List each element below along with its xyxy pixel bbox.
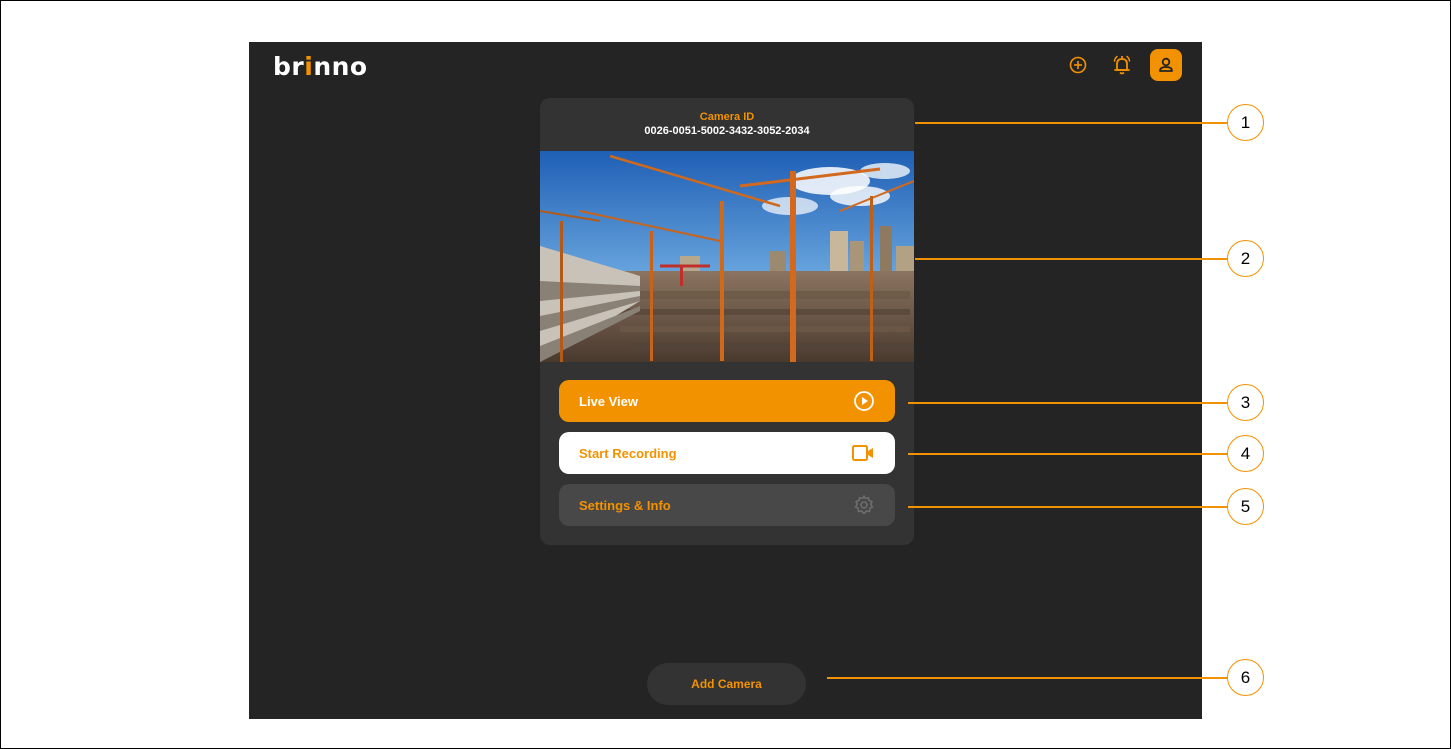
camera-id-label: Camera ID <box>699 111 755 123</box>
callout-line-6 <box>827 677 1228 679</box>
gear-icon <box>854 495 874 515</box>
video-camera-icon <box>852 445 873 461</box>
callout-number-1: 1 <box>1227 104 1264 141</box>
play-circle-icon <box>854 391 874 411</box>
callout-number-4: 4 <box>1227 435 1264 472</box>
start-recording-button[interactable]: Start Recording <box>559 432 895 474</box>
camera-preview-image[interactable] <box>540 151 914 362</box>
app-window: brinno Camera ID 0026-0051-5002-3432-305… <box>249 42 1202 719</box>
live-view-button[interactable]: Live View <box>559 380 895 422</box>
callout-line-1 <box>915 122 1228 124</box>
brinno-logo: brinno <box>273 52 368 81</box>
document-frame: brinno Camera ID 0026-0051-5002-3432-305… <box>0 0 1451 749</box>
callout-line-4 <box>908 453 1228 455</box>
callout-number-5: 5 <box>1227 488 1264 525</box>
user-icon <box>1159 57 1173 72</box>
callout-number-6: 6 <box>1227 659 1264 696</box>
camera-card: Camera ID 0026-0051-5002-3432-3052-2034 <box>540 98 914 545</box>
add-camera-button[interactable]: Add Camera <box>647 663 806 705</box>
live-view-label: Live View <box>579 393 639 409</box>
settings-info-label: Settings & Info <box>579 497 671 513</box>
top-toolbar <box>1062 48 1182 82</box>
user-profile-button[interactable] <box>1150 49 1182 81</box>
camera-id-value: 0026-0051-5002-3432-3052-2034 <box>644 125 810 137</box>
callout-line-3 <box>908 402 1228 404</box>
callout-line-2 <box>915 258 1228 260</box>
settings-info-button[interactable]: Settings & Info <box>559 484 895 526</box>
add-circle-icon[interactable] <box>1062 49 1094 81</box>
bell-icon[interactable] <box>1106 49 1138 81</box>
camera-header: Camera ID 0026-0051-5002-3432-3052-2034 <box>540 98 914 151</box>
callout-number-3: 3 <box>1227 384 1264 421</box>
callout-number-2: 2 <box>1227 240 1264 277</box>
callout-line-5 <box>908 506 1228 508</box>
start-recording-label: Start Recording <box>579 445 677 461</box>
